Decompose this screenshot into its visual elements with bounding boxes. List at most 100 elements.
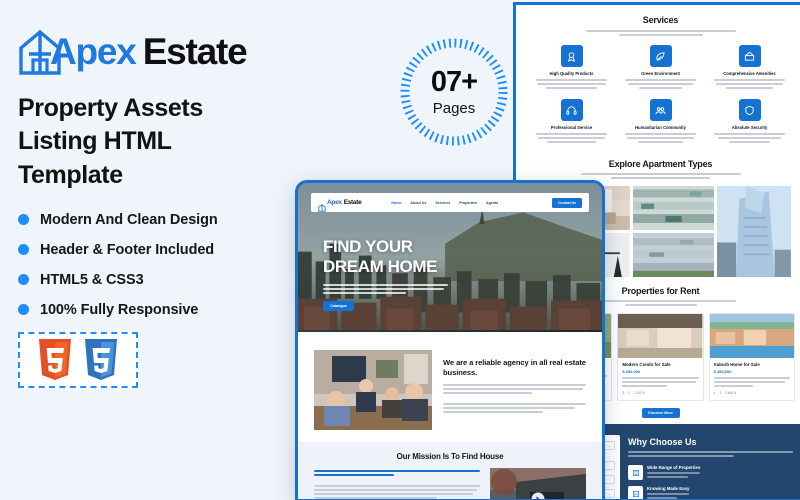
feature-list: Modern And Clean Design Header & Footer … [18, 212, 300, 318]
list-item: HTML5 & CSS3 [18, 272, 300, 288]
section-title: Services [642, 15, 679, 25]
service-card[interactable]: Professional Service [530, 99, 613, 145]
promo-left-panel: Apex Estate Property Assets Listing HTML… [0, 0, 300, 500]
service-body-placeholder [619, 79, 702, 90]
feature-label: 100% Fully Responsive [40, 301, 199, 318]
service-card[interactable]: High Quality Products [530, 45, 613, 91]
property-card[interactable]: Suburb Home for Sale $ 480,000 4 3 2,600… [708, 313, 795, 402]
property-info: Suburb Home for Sale $ 480,000 4 3 2,600… [710, 358, 794, 400]
award-icon [560, 45, 583, 67]
service-body-placeholder [619, 133, 702, 144]
hero-section: Apex Estate Home About Us Services Prope… [298, 183, 602, 332]
nav-logo[interactable]: Apex Estate [318, 199, 362, 212]
chevron-down-icon: ⌄ [608, 443, 611, 448]
property-info: Modern Condo for Sale $ 650,000 3 2 2,10… [618, 358, 702, 400]
mission-video-thumbnail[interactable] [490, 468, 586, 499]
property-name: Suburb Home for Sale [713, 362, 760, 368]
property-price: $ 480,000 [713, 369, 732, 375]
why-feature-item: Knowing Made Easy [628, 486, 793, 499]
play-icon[interactable] [531, 492, 545, 499]
community-icon [649, 99, 672, 122]
service-card[interactable]: Absolute Security [708, 99, 791, 145]
property-name: Modern Condo for Sale [622, 362, 671, 368]
list-item: 100% Fully Responsive [18, 302, 300, 318]
leaf-icon [649, 45, 672, 67]
nav-item-home[interactable]: Home [391, 201, 401, 205]
bed-count: 3 [622, 391, 625, 396]
feature-label: HTML5 & CSS3 [40, 271, 144, 288]
hero-subtitle-placeholder [323, 284, 448, 294]
service-name: High Quality Products [549, 71, 594, 76]
hero-title-line-2: DREAM HOME [323, 257, 438, 277]
mission-lead-placeholder [314, 470, 480, 477]
service-name: Comprehensive Amenities [723, 71, 776, 76]
pages-count-badge: 07+ Pages [398, 36, 510, 148]
mission-text [314, 468, 480, 499]
section-subtitle-placeholder [628, 451, 793, 458]
house-outline-icon [318, 199, 326, 212]
page-title: Property Assets Listing HTML Template [18, 94, 203, 189]
section-title: Why Choose Us [628, 437, 697, 448]
service-body-placeholder [530, 79, 613, 90]
nav-item-services[interactable]: Services [435, 201, 450, 205]
chevron-down-icon: ⌄ [608, 491, 611, 496]
agency-section: We are a reliable agency in all real est… [298, 332, 602, 442]
mockup-center-page: Apex Estate Home About Us Services Prope… [295, 180, 605, 500]
pages-count-label: Pages [432, 100, 476, 117]
agency-title: We are a reliable agency in all real est… [443, 358, 586, 377]
css3-badge-icon [83, 338, 119, 381]
discover-more-button[interactable]: Discover More [641, 408, 680, 419]
service-body-placeholder [708, 79, 791, 90]
bullet-dot-icon [18, 304, 29, 316]
html5-badge-icon [37, 338, 73, 381]
service-card[interactable]: Humanitarian Community [619, 99, 702, 145]
why-feature-body-placeholder [647, 472, 701, 479]
section-title: Explore Apartment Types [608, 159, 713, 170]
chart-icon [628, 486, 643, 499]
service-body-placeholder [708, 133, 791, 144]
mission-section: Our Mission Is To Find House [298, 442, 602, 499]
bullet-dot-icon [18, 214, 29, 226]
service-name: Humanitarian Community [635, 125, 686, 131]
area-value: 2,100 ft [633, 391, 645, 396]
feature-label: Header & Footer Included [40, 241, 215, 258]
property-thumbnail [709, 314, 794, 359]
tech-badge-group [18, 331, 138, 388]
property-price: $ 650,000 [622, 369, 641, 375]
service-card[interactable]: Green Environment [619, 45, 702, 91]
feature-label: Modern And Clean Design [40, 211, 218, 228]
property-meta: 4 3 2,600 ft [714, 391, 790, 395]
hero-title-line-1: FIND YOUR [323, 237, 413, 256]
bath-count: 3 [719, 391, 722, 396]
pages-count-value: 07+ [430, 66, 478, 98]
gallery-image-skyscraper[interactable] [717, 186, 791, 278]
service-name: Professional Service [550, 125, 593, 131]
service-card[interactable]: Comprehensive Amenities [708, 45, 791, 91]
nav-item-about-us[interactable]: About Us [410, 201, 426, 205]
contact-us-button[interactable]: Contact Us [552, 197, 582, 208]
section-subtitle-placeholder [580, 173, 741, 180]
property-thumbnail [618, 314, 703, 359]
hero-content: FIND YOUR DREAM HOME Catalogue [323, 237, 503, 311]
shield-icon [738, 99, 761, 122]
nav-menu: Home About Us Services Properties Agents [391, 201, 498, 205]
bullet-dot-icon [18, 274, 29, 286]
brand-estate-text: Estate [142, 31, 248, 72]
service-name: Absolute Security [731, 125, 768, 131]
amenities-icon [738, 45, 761, 67]
gallery-image-modern-building[interactable] [632, 186, 715, 231]
section-subtitle-placeholder [585, 30, 736, 36]
hero-catalogue-button[interactable]: Catalogue [323, 300, 354, 311]
bullet-dot-icon [18, 244, 29, 256]
nav-item-properties[interactable]: Properties [459, 201, 477, 205]
service-body-placeholder [530, 133, 613, 144]
section-subtitle-placeholder [585, 300, 736, 307]
property-card[interactable]: Modern Condo for Sale $ 650,000 3 2 2,10… [617, 313, 704, 402]
nav-item-agents[interactable]: Agents [486, 201, 498, 205]
agency-text: We are a reliable agency in all real est… [443, 350, 586, 430]
agency-team-photo [314, 350, 432, 430]
nav-logo-apex: Apex [327, 199, 342, 206]
services-section: Services High Quality Products Green Env… [516, 5, 800, 153]
nav-logo-estate: Estate [343, 199, 362, 206]
gallery-image-apartment-complex[interactable] [632, 233, 715, 278]
